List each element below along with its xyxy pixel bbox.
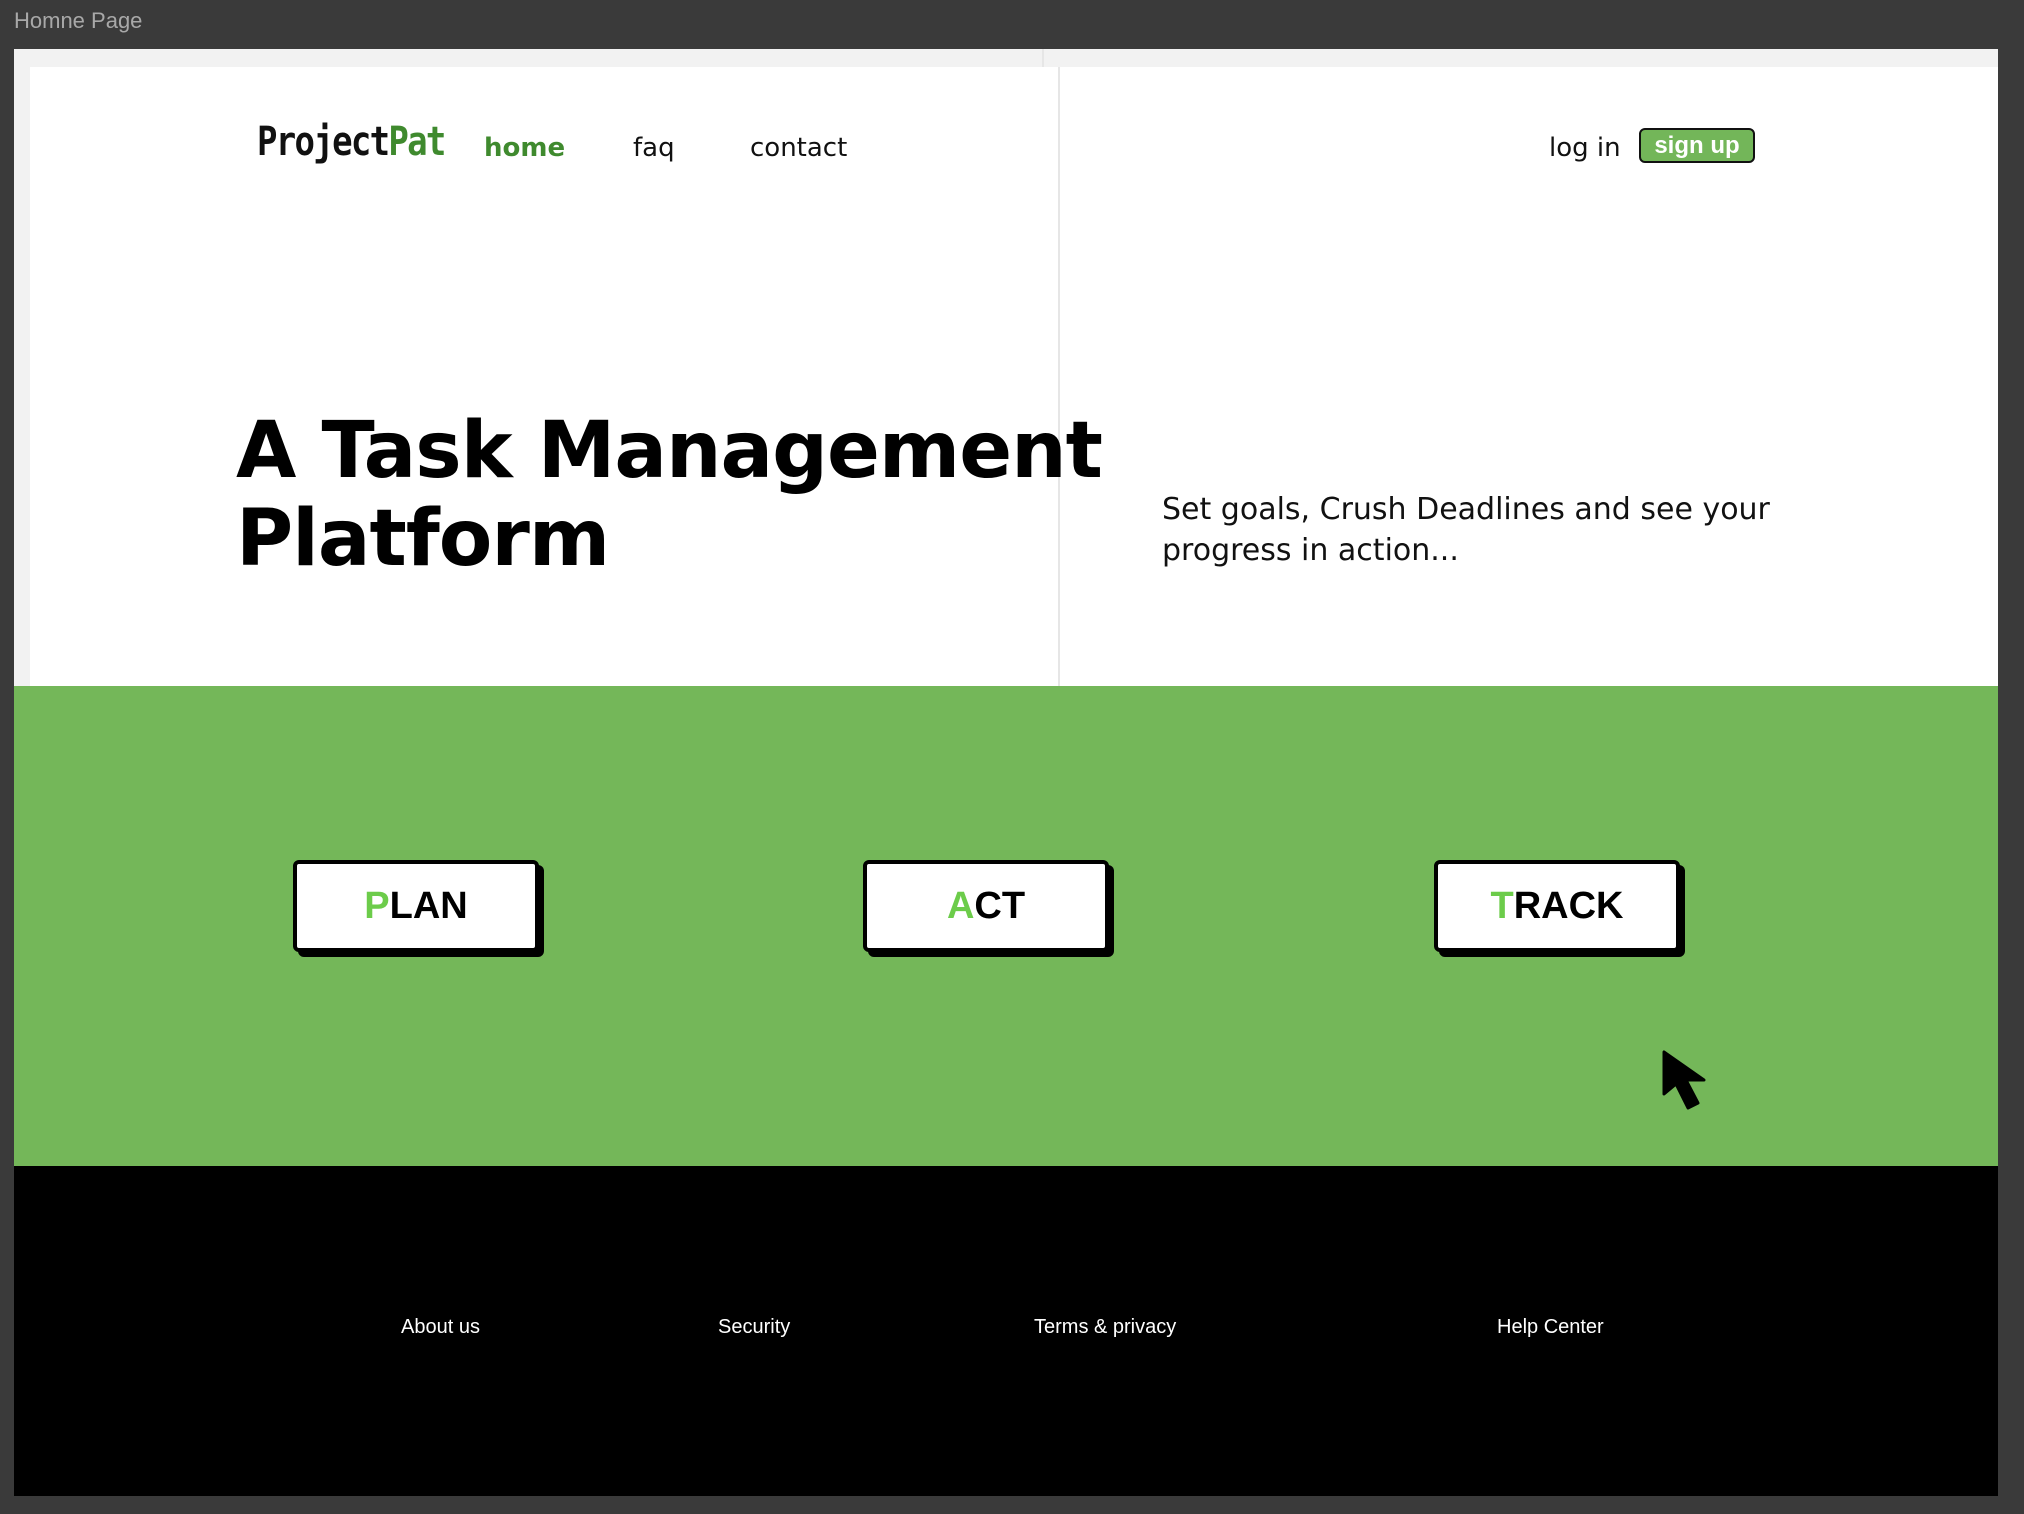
act-rest: CT — [974, 884, 1026, 927]
logo[interactable]: ProjectPat — [257, 119, 446, 165]
nav-contact[interactable]: contact — [750, 133, 847, 163]
footer-about-us[interactable]: About us — [401, 1316, 480, 1339]
divider — [1058, 67, 1060, 687]
footer-terms-privacy[interactable]: Terms & privacy — [1034, 1316, 1176, 1339]
plan-first-letter: P — [364, 884, 390, 927]
window-title: Homne Page — [14, 8, 143, 33]
hero-tagline: Set goals, Crush Deadlines and see your … — [1162, 492, 1770, 568]
track-first-letter: T — [1490, 884, 1514, 927]
login-link[interactable]: log in — [1549, 133, 1621, 163]
plan-button[interactable]: P LAN — [293, 860, 539, 952]
steps-section: P LAN A CT T RACK — [14, 686, 1998, 1166]
logo-text-project: Project — [257, 119, 390, 165]
footer-help-center[interactable]: Help Center — [1497, 1316, 1604, 1339]
mouse-pointer-icon — [1662, 1050, 1706, 1110]
act-button[interactable]: A CT — [863, 860, 1109, 952]
divider — [1042, 49, 1044, 67]
headline-line-2: Platform — [236, 494, 610, 584]
signup-button[interactable]: sign up — [1639, 128, 1755, 163]
plan-rest: LAN — [389, 884, 468, 927]
headline-line-1: A Task Management — [236, 406, 1103, 496]
footer: About us Security Terms & privacy Help C… — [14, 1166, 1998, 1496]
nav-faq[interactable]: faq — [633, 133, 675, 163]
page-title: A Task Management Platform — [236, 406, 1103, 584]
nav-home[interactable]: home — [484, 133, 565, 163]
hero-section: ProjectPat home faq contact log in sign … — [30, 67, 1998, 687]
page-frame: ProjectPat home faq contact log in sign … — [14, 49, 1998, 1496]
footer-security[interactable]: Security — [718, 1316, 790, 1339]
track-button[interactable]: T RACK — [1434, 860, 1680, 952]
act-first-letter: A — [946, 884, 975, 927]
logo-text-pat: Pat — [388, 119, 446, 165]
track-rest: RACK — [1513, 884, 1624, 927]
